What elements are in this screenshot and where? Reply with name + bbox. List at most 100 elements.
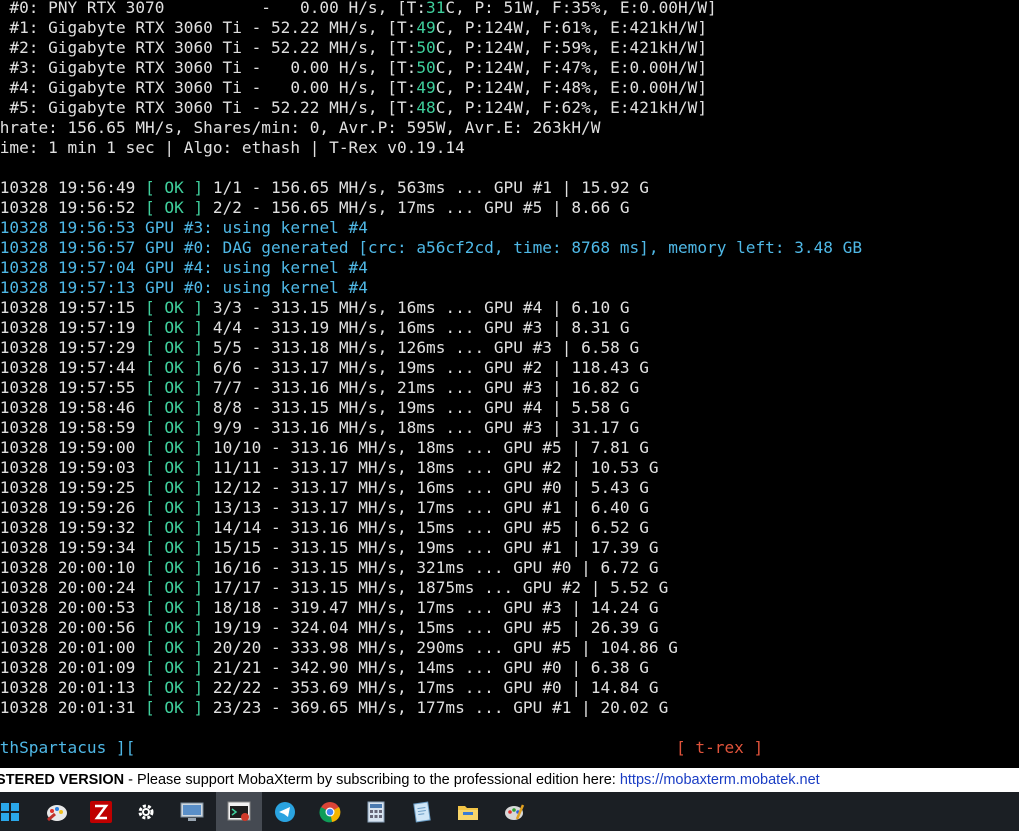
log-message: 10/10 - 313.16 MH/s, 18ms ... GPU #5 | 7… [203,438,649,457]
support-message: - Please support MobaXterm by subscribin… [124,772,620,788]
log-message: 12/12 - 313.17 MH/s, 16ms ... GPU #0 | 5… [203,478,649,497]
log-message: 23/23 - 369.65 MH/s, 177ms ... GPU #1 | … [203,698,669,717]
ok-badge: [ OK ] [145,358,204,377]
log-message: 7/7 - 313.16 MH/s, 21ms ... GPU #3 | 16.… [203,378,640,397]
ok-badge: [ OK ] [145,398,204,417]
hashrate-summary: shrate: 156.65 MH/s, Shares/min: 0, Avr.… [0,118,601,137]
windows-start-button[interactable] [0,792,33,831]
share-accepted-line: 210328 20:00:24 [ OK ] 17/17 - 313.15 MH… [0,578,668,598]
log-message: 1/1 - 156.65 MH/s, 563ms ... GPU #1 | 15… [203,178,649,197]
telegram-icon [275,801,295,822]
log-message: 2/2 - 156.65 MH/s, 17ms ... GPU #5 | 8.6… [203,198,630,217]
share-accepted-line: 210328 20:00:53 [ OK ] 18/18 - 319.47 MH… [0,598,659,618]
share-accepted-line: 210328 20:01:31 [ OK ] 23/23 - 369.65 MH… [0,698,668,718]
log-timestamp: 210328 19:57:13 [0,278,136,297]
mobaxterm-link[interactable]: https://mobaxterm.mobatek.net [620,772,820,788]
log-message: 11/11 - 313.17 MH/s, 18ms ... GPU #2 | 1… [203,458,659,477]
log-timestamp: 210328 19:59:32 [0,518,136,537]
taskbar-file-explorer[interactable] [445,792,491,831]
log-message: 20/20 - 333.98 MH/s, 290ms ... GPU #5 | … [203,638,678,657]
share-accepted-line: 210328 20:01:13 [ OK ] 22/22 - 353.69 MH… [0,678,659,698]
remote-desktop-icon [180,802,204,821]
taskbar-remote-desktop[interactable] [169,792,215,831]
taskbar-telegram[interactable] [262,792,308,831]
tmux-window-name: [ t-rex ] [676,738,764,757]
gpu-status-line: U #0: PNY RTX 3070 - 0.00 H/s, [T:31C, P… [0,0,717,17]
share-accepted-line: 210328 19:59:25 [ OK ] 12/12 - 313.17 MH… [0,478,649,498]
log-message: 22/22 - 353.69 MH/s, 17ms ... GPU #0 | 1… [203,678,659,697]
log-timestamp: 210328 19:59:25 [0,478,136,497]
log-timestamp: 210328 19:56:53 [0,218,136,237]
log-timestamp: 210328 19:59:03 [0,458,136,477]
share-accepted-line: 210328 19:57:44 [ OK ] 6/6 - 313.17 MH/s… [0,358,649,378]
ok-badge: [ OK ] [145,478,204,497]
windows-start-icon [1,802,19,821]
taskbar-filezilla[interactable] [78,792,124,831]
ok-badge: [ OK ] [145,298,204,317]
taskbar-mobaxterm[interactable] [216,792,262,831]
taskbar-paint-brush-app[interactable] [491,792,537,831]
log-timestamp: 210328 19:57:29 [0,338,136,357]
log-timestamp: 210328 19:59:26 [0,498,136,517]
ok-badge: [ OK ] [145,518,204,537]
filezilla-icon [90,800,112,823]
share-accepted-line: 210328 19:56:49 [ OK ] 1/1 - 156.65 MH/s… [0,178,649,198]
ok-badge: [ OK ] [145,438,204,457]
log-timestamp: 210328 19:56:52 [0,198,136,217]
settings-gear-icon [138,804,154,819]
paint-brush-app-icon [505,804,525,820]
log-timestamp: 210328 19:56:57 [0,238,136,257]
log-timestamp: 210328 19:59:34 [0,538,136,557]
log-message: 15/15 - 313.15 MH/s, 19ms ... GPU #1 | 1… [203,538,659,557]
share-accepted-line: 210328 19:58:46 [ OK ] 8/8 - 313.15 MH/s… [0,398,630,418]
share-accepted-line: 210328 19:59:26 [ OK ] 13/13 - 313.17 MH… [0,498,649,518]
log-timestamp: 210328 19:57:55 [0,378,136,397]
share-accepted-line: 210328 19:57:19 [ OK ] 4/4 - 313.19 MH/s… [0,318,630,338]
share-accepted-line: 210328 19:57:29 [ OK ] 5/5 - 313.18 MH/s… [0,338,639,358]
taskbar-settings[interactable] [123,792,169,831]
ok-badge: [ OK ] [145,658,204,677]
log-message: 5/5 - 313.18 MH/s, 126ms ... GPU #3 | 6.… [203,338,640,357]
share-accepted-line: 210328 19:56:52 [ OK ] 2/2 - 156.65 MH/s… [0,198,630,218]
log-message: 17/17 - 313.15 MH/s, 1875ms ... GPU #2 |… [203,578,669,597]
log-timestamp: 210328 19:57:44 [0,358,136,377]
log-message: 9/9 - 313.16 MH/s, 18ms ... GPU #3 | 31.… [203,418,640,437]
taskbar-notepad[interactable] [399,792,445,831]
gpu-status-line: U #2: Gigabyte RTX 3060 Ti - 52.22 MH/s,… [0,38,708,57]
ok-badge: [ OK ] [145,578,204,597]
log-timestamp: 210328 19:57:04 [0,258,136,277]
log-message: 13/13 - 313.17 MH/s, 17ms ... GPU #1 | 6… [203,498,649,517]
unregistered-label: ISTERED VERSION [0,772,125,788]
file-explorer-icon [458,805,478,820]
log-timestamp: 210328 20:01:31 [0,698,136,717]
ok-badge: [ OK ] [145,678,204,697]
share-accepted-line: 210328 19:57:55 [ OK ] 7/7 - 313.16 MH/s… [0,378,639,398]
info-log-line: 210328 19:56:57 GPU #0: DAG generated [c… [0,238,862,258]
gpu-status-line: U #5: Gigabyte RTX 3060 Ti - 52.22 MH/s,… [0,98,708,117]
log-message: 16/16 - 313.15 MH/s, 321ms ... GPU #0 | … [203,558,659,577]
info-log-line: 210328 19:57:04 GPU #4: using kernel #4 [0,258,368,278]
taskbar-calculator[interactable] [353,792,399,831]
log-timestamp: 210328 19:58:46 [0,398,136,417]
log-message: 3/3 - 313.15 MH/s, 16ms ... GPU #4 | 6.1… [203,298,630,317]
ok-badge: [ OK ] [145,538,204,557]
log-message: 21/21 - 342.90 MH/s, 14ms ... GPU #0 | 6… [203,658,649,677]
log-timestamp: 210328 19:57:15 [0,298,136,317]
paint-app-icon [47,804,67,821]
ok-badge: [ OK ] [145,198,204,217]
log-timestamp: 210328 20:01:00 [0,638,136,657]
log-message: 6/6 - 313.17 MH/s, 19ms ... GPU #2 | 118… [203,358,649,377]
log-timestamp: 210328 19:56:49 [0,178,136,197]
terminal-window[interactable]: U #0: PNY RTX 3070 - 0.00 H/s, [T:31C, P… [0,0,1019,768]
log-timestamp: 210328 19:59:00 [0,438,136,457]
taskbar-chrome[interactable] [307,792,353,831]
log-timestamp: 210328 20:00:10 [0,558,136,577]
notepad-icon [413,801,431,822]
share-accepted-line: 210328 19:59:34 [ OK ] 15/15 - 313.15 MH… [0,538,659,558]
chrome-icon [319,801,341,822]
log-timestamp: 210328 20:00:53 [0,598,136,617]
gpu-temp: 50 [416,58,436,77]
log-message: GPU #0: using kernel #4 [135,278,368,297]
share-accepted-line: 210328 19:58:59 [ OK ] 9/9 - 313.16 MH/s… [0,418,639,438]
taskbar-paint-app[interactable] [34,792,80,831]
